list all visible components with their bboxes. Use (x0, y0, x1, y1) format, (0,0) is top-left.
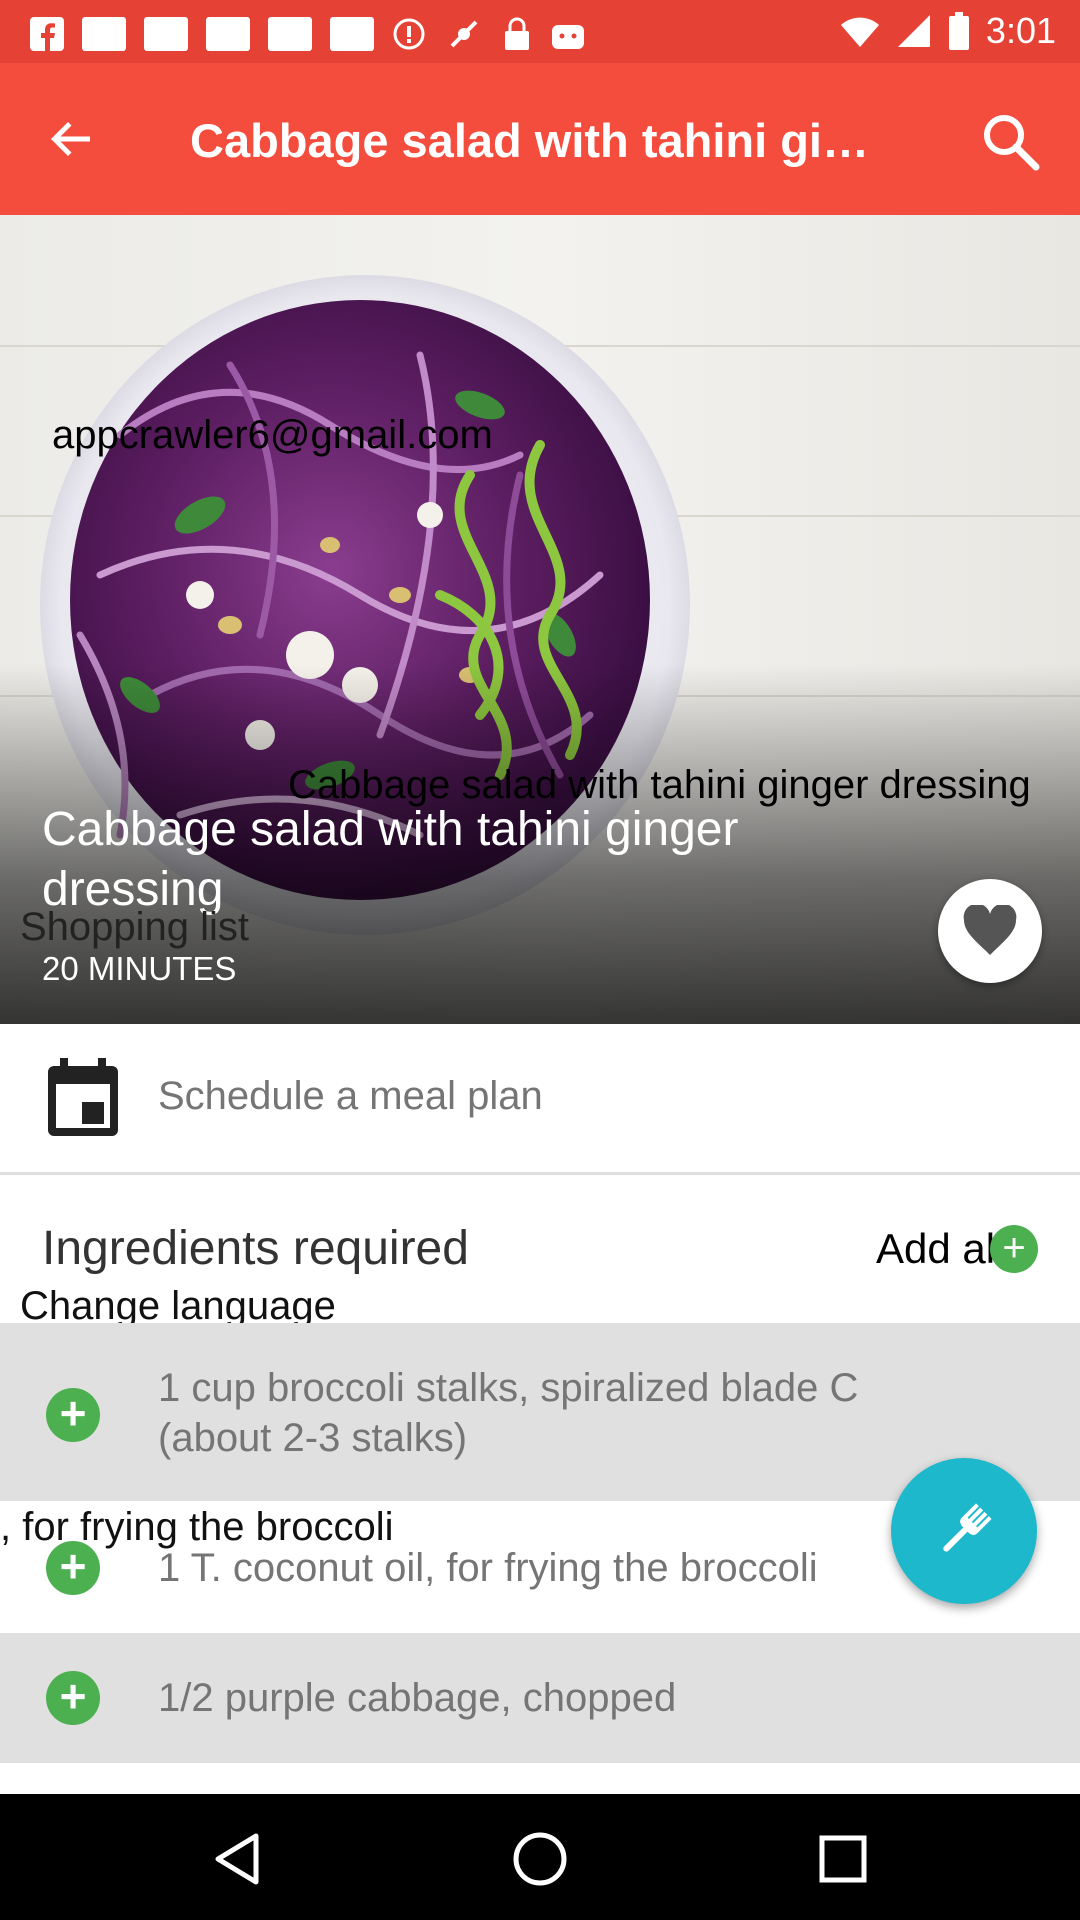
system-nav-bar (0, 1794, 1080, 1920)
recipe-hero-image: appcrawler6@gmail.com Cabbage salad with… (0, 215, 1080, 1024)
triangle-back-icon (215, 1833, 259, 1885)
image-icon (144, 17, 188, 51)
ingredients-title: Ingredients required (42, 1222, 469, 1275)
recipe-title: Cabbage salad with tahini ginger dressin… (42, 803, 739, 916)
recipe-time: 20 MINUTES (42, 950, 237, 987)
notification-icons (30, 14, 586, 54)
shopping-list-label[interactable]: Shopping list (20, 905, 249, 950)
ingredient-row: + 1/2 purple cabbage, chopped (0, 1633, 1080, 1763)
system-status: 3:01 (840, 10, 1056, 52)
clock: 3:01 (985, 10, 1056, 51)
alert-icon (393, 18, 425, 50)
account-email-overlay: appcrawler6@gmail.com (52, 413, 493, 457)
android-icon (552, 25, 584, 49)
ingredient-text: 1 cup broccoli stalks, spiralized blade … (158, 1366, 859, 1460)
back-button[interactable] (40, 107, 104, 171)
calendar-icon (48, 1058, 118, 1136)
facebook-icon (30, 17, 64, 51)
image-icon (206, 17, 250, 51)
image-icon (82, 17, 126, 51)
page-title: Cabbage salad with tahini gi… (190, 114, 869, 167)
cook-mode-fab[interactable] (891, 1458, 1037, 1604)
add-ingredient-icon[interactable]: + (46, 1671, 100, 1725)
fork-icon (943, 1503, 992, 1552)
schedule-meal-plan-row[interactable]: Schedule a meal plan (0, 1024, 1080, 1172)
nav-back-button[interactable] (202, 1824, 272, 1894)
app-bar: Cabbage salad with tahini gi… (0, 63, 1080, 215)
arrow-back-icon (51, 122, 90, 156)
search-button[interactable] (970, 101, 1050, 181)
square-recents-icon (819, 1835, 867, 1883)
image-icon (330, 17, 374, 51)
add-all-button[interactable]: Add all (876, 1225, 1004, 1273)
wifi-icon (840, 17, 879, 47)
signal-off-icon (450, 20, 478, 48)
status-bar: 3:01 (0, 0, 1080, 63)
lock-icon (505, 17, 529, 50)
favorite-button[interactable] (938, 879, 1042, 983)
circle-home-icon (513, 1832, 567, 1886)
schedule-meal-plan-label: Schedule a meal plan (158, 1074, 543, 1118)
image-icon (268, 17, 312, 51)
cellular-icon (897, 15, 930, 47)
heart-icon (963, 905, 1017, 955)
search-icon (984, 115, 1040, 171)
ingredient-text: 1 T. coconut oil, for frying the broccol… (158, 1546, 818, 1590)
nav-recents-button[interactable] (808, 1824, 878, 1894)
ingredient-text: 1/2 purple cabbage, chopped (158, 1676, 677, 1720)
add-ingredient-icon[interactable]: + (46, 1388, 100, 1442)
ingredient-overlay-text: , for frying the broccoli (0, 1505, 394, 1549)
battery-icon (948, 12, 969, 50)
add-all-plus-icon[interactable]: + (990, 1225, 1038, 1273)
nav-home-button[interactable] (505, 1824, 575, 1894)
